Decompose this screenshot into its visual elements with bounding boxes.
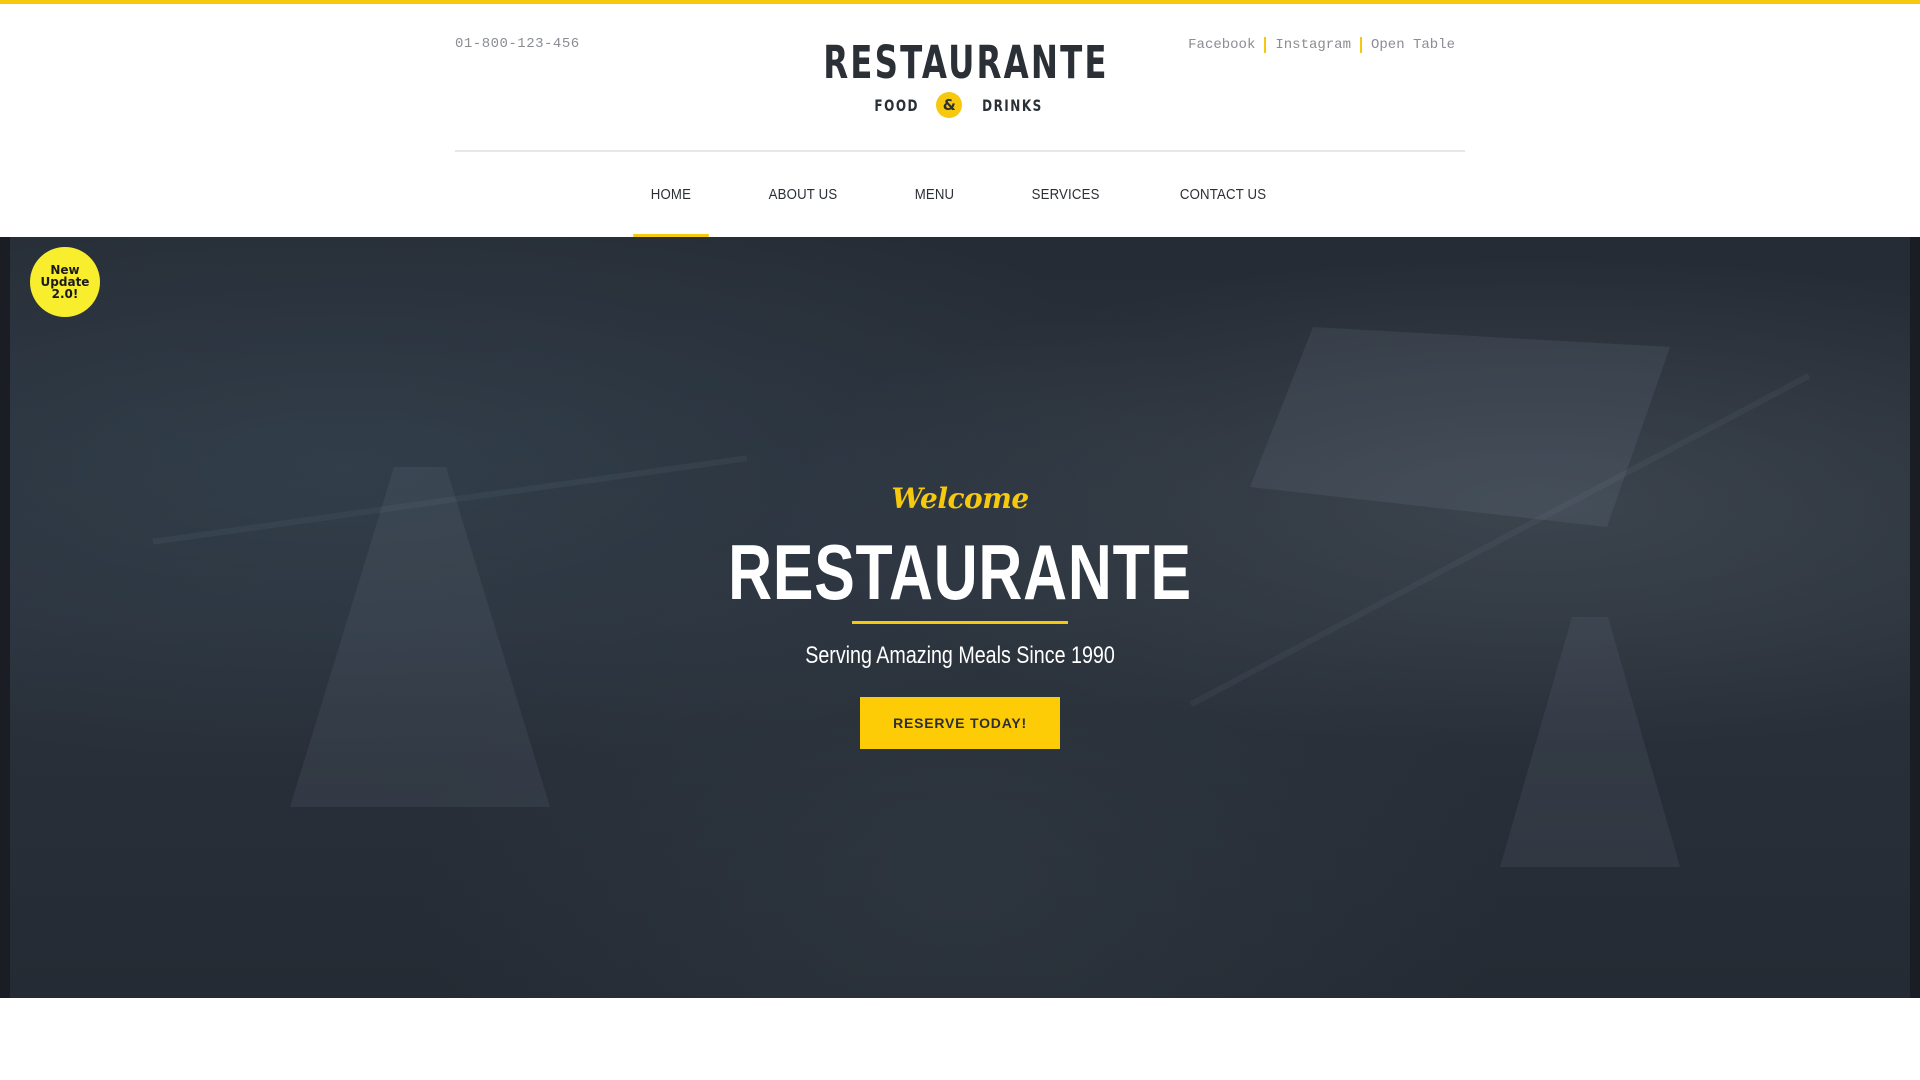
facebook-link[interactable]: Facebook	[1188, 37, 1255, 53]
hero-welcome: Welcome	[891, 482, 1029, 515]
hero-section: Welcome RESTAURANTE Serving Amazing Meal…	[0, 237, 1920, 998]
nav-item-about-us[interactable]: ABOUT US	[751, 152, 855, 237]
logo-sub-drinks: DRINKS	[982, 95, 1044, 115]
logo-title: RESTAURANTE	[823, 36, 1109, 89]
logo-subtitle: FOOD & DRINKS	[830, 92, 1090, 118]
hero-divider	[852, 621, 1068, 624]
logo-sub-food: FOOD	[874, 95, 919, 115]
update-badge[interactable]: New Update 2.0!	[30, 247, 100, 317]
social-separator	[1359, 37, 1362, 53]
site-logo[interactable]: RESTAURANTE FOOD & DRINKS	[823, 39, 1107, 124]
ampersand-icon: &	[936, 92, 963, 118]
instagram-link[interactable]: Instagram	[1275, 37, 1351, 53]
nav-item-home[interactable]: HOME	[633, 152, 709, 237]
nav-item-contact-us[interactable]: CONTACT US	[1162, 152, 1284, 237]
badge-line-version: 2.0!	[51, 287, 79, 301]
site-header: 01-800-123-456 RESTAURANTE FOOD & DRINKS…	[0, 4, 1920, 237]
hero-title: RESTAURANTE	[728, 528, 1192, 616]
main-nav: HOME ABOUT US MENU SERVICES CONTACT US	[455, 152, 1465, 237]
hero-content: Welcome RESTAURANTE Serving Amazing Meal…	[0, 237, 1920, 998]
opentable-link[interactable]: Open Table	[1371, 37, 1455, 53]
phone-number: 01-800-123-456	[455, 36, 580, 52]
reserve-button[interactable]: RESERVE TODAY!	[860, 697, 1060, 749]
hero-subtitle: Serving Amazing Meals Since 1990	[805, 642, 1115, 669]
social-links: Facebook Instagram Open Table	[1188, 37, 1455, 53]
header-inner: 01-800-123-456 RESTAURANTE FOOD & DRINKS…	[455, 4, 1465, 237]
nav-item-menu[interactable]: MENU	[897, 152, 972, 237]
social-separator	[1264, 37, 1267, 53]
nav-item-services[interactable]: SERVICES	[1014, 152, 1117, 237]
